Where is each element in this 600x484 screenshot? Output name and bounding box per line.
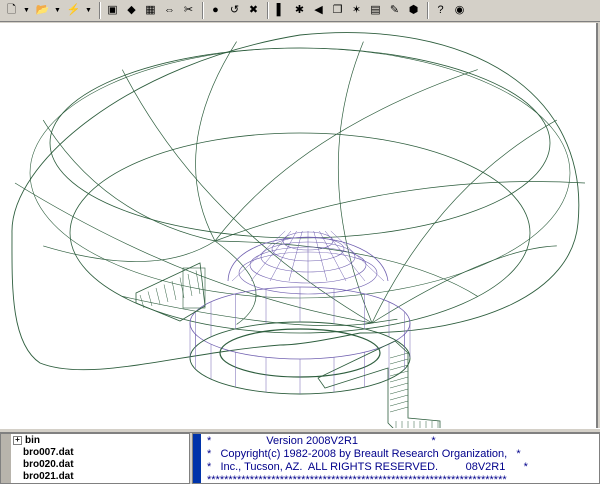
tree-item-bro020[interactable]: bro020.dat bbox=[23, 459, 74, 471]
tree-item-bro021[interactable]: bro021.dat bbox=[23, 471, 74, 483]
right-bracket-rib bbox=[389, 352, 409, 359]
copy-icon[interactable]: ❐ bbox=[329, 2, 346, 19]
scatter-icon[interactable]: ✱ bbox=[291, 2, 308, 19]
table-icon[interactable]: ▤ bbox=[367, 2, 384, 19]
dome-rib bbox=[330, 230, 385, 282]
tree-item-label: bro021.dat bbox=[23, 471, 74, 482]
ruler-icon[interactable]: ✎ bbox=[386, 2, 403, 19]
right-bracket-rib bbox=[389, 358, 409, 365]
right-bracket-rib bbox=[389, 370, 409, 377]
grid-icon[interactable]: ▦ bbox=[142, 2, 159, 19]
right-bracket-rib bbox=[389, 406, 409, 413]
torus-meridian bbox=[195, 41, 237, 242]
delete-icon[interactable]: ✖ bbox=[245, 2, 262, 19]
right-bracket-rib bbox=[389, 388, 409, 395]
dome-rib bbox=[269, 230, 297, 282]
split-icon[interactable]: ⇔ bbox=[161, 2, 178, 19]
toolbar-separator bbox=[99, 2, 101, 19]
wireframe-model bbox=[11, 32, 586, 428]
toolbar-separator bbox=[267, 2, 269, 19]
torus-meridian bbox=[122, 296, 373, 327]
tree-item-bin[interactable]: + bin bbox=[13, 435, 40, 447]
color-bars-icon[interactable]: ▌ bbox=[272, 2, 289, 19]
tree-item-bro007[interactable]: bro007.dat bbox=[23, 447, 74, 459]
dropdown-arrow-icon[interactable]: ▼ bbox=[53, 2, 62, 19]
left-bracket-rib bbox=[147, 291, 153, 307]
torus-meridian bbox=[371, 245, 557, 324]
toolbar-separator bbox=[427, 2, 429, 19]
left-bracket-rib bbox=[195, 270, 201, 295]
globe-icon[interactable]: ◉ bbox=[451, 2, 468, 19]
rewind-icon[interactable]: ◀ bbox=[310, 2, 327, 19]
help-icon[interactable]: ? bbox=[432, 2, 449, 19]
right-bracket-rib bbox=[389, 400, 409, 407]
left-bracket-rib bbox=[163, 284, 169, 303]
scissors-icon[interactable]: ✂ bbox=[180, 2, 197, 19]
expand-icon[interactable]: + bbox=[13, 435, 22, 445]
output-console[interactable]: * Version 2008V2R1 * * Copyright(c) 1982… bbox=[192, 433, 600, 484]
open-folder-icon[interactable]: 📂 bbox=[34, 2, 51, 19]
right-bracket-rib bbox=[389, 382, 409, 389]
tree-item-label: bro007.dat bbox=[23, 447, 74, 458]
console-line: ****************************************… bbox=[207, 474, 507, 484]
wand-icon[interactable]: ✶ bbox=[348, 2, 365, 19]
left-bracket-rib bbox=[187, 273, 193, 297]
console-line: * Copyright(c) 1982-2008 by Breault Rese… bbox=[207, 448, 521, 460]
dome-rib bbox=[231, 230, 286, 282]
torus-meridian bbox=[43, 240, 216, 262]
right-bracket bbox=[317, 340, 441, 428]
console-line: * Version 2008V2R1 * bbox=[207, 435, 436, 447]
torus-meridian bbox=[42, 119, 216, 242]
display-icon[interactable]: ▣ bbox=[104, 2, 121, 19]
tree-strip bbox=[1, 434, 11, 483]
torus-top-ring bbox=[49, 47, 551, 239]
torus-meridian bbox=[371, 119, 557, 324]
console-gutter bbox=[193, 434, 201, 483]
right-bracket-rib bbox=[389, 394, 409, 401]
cube-icon[interactable]: ⬢ bbox=[405, 2, 422, 19]
stop-icon[interactable]: ● bbox=[207, 2, 224, 19]
dome-rib bbox=[319, 230, 347, 282]
left-bracket bbox=[135, 262, 206, 322]
torus-meridian bbox=[337, 41, 373, 324]
left-bracket-rib bbox=[179, 277, 185, 299]
left-bracket-rib bbox=[155, 287, 161, 305]
new-file-icon[interactable]: 🗋 bbox=[3, 2, 20, 19]
torus-meridian bbox=[121, 69, 373, 324]
3d-viewport[interactable] bbox=[0, 23, 598, 428]
tree-item-label: bin bbox=[25, 435, 40, 446]
console-line: * Inc., Tucson, AZ. ALL RIGHTS RESERVED.… bbox=[207, 461, 528, 473]
main-toolbar: 🗋 ▼ 📂 ▼ ⚡ ▼ ▣ ◆ ▦ ⇔ ✂ ● ↺ ✖ ▌ ✱ ◀ ❐ ✶ ▤ ✎ ⬢? ◉ bbox=[0, 0, 600, 22]
torus-meridian bbox=[214, 240, 478, 297]
lightning-icon[interactable]: ⚡ bbox=[65, 2, 82, 19]
dropdown-arrow-icon[interactable]: ▼ bbox=[22, 2, 31, 19]
file-tree: + bin bro007.dat bro020.dat bro021.dat bbox=[0, 433, 190, 484]
ray-trace-icon[interactable]: ◆ bbox=[123, 2, 140, 19]
dropdown-arrow-icon[interactable]: ▼ bbox=[84, 2, 93, 19]
torus-meridian bbox=[214, 181, 586, 242]
toolbar-separator bbox=[202, 2, 204, 19]
tree-item-label: bro020.dat bbox=[23, 459, 74, 470]
undo-icon[interactable]: ↺ bbox=[226, 2, 243, 19]
